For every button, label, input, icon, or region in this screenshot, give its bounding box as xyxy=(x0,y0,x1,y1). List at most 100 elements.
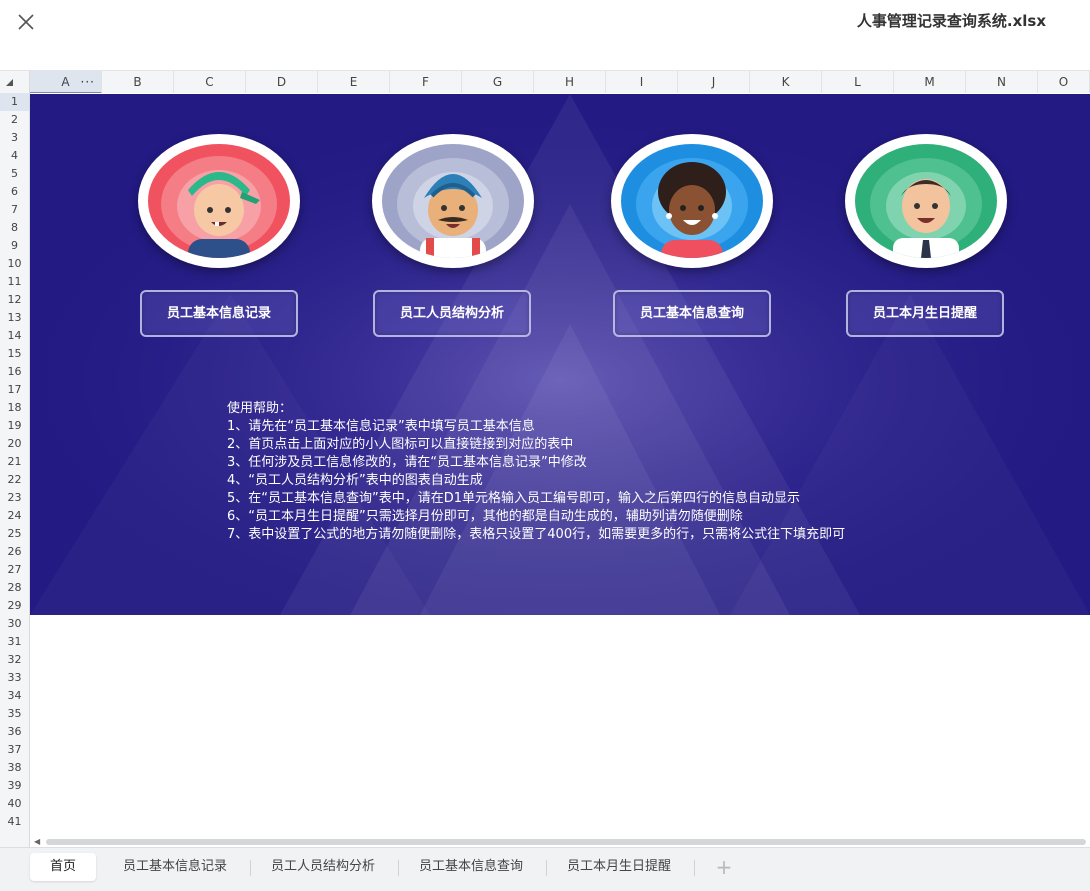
column-header-g[interactable]: G xyxy=(462,71,534,94)
tab-info-query[interactable]: 员工基本信息查询 xyxy=(404,853,538,881)
title-bar: 人事管理记录查询系统.xlsx xyxy=(0,0,1090,70)
birthday-reminder-button[interactable]: 员工本月生日提醒 xyxy=(846,290,1004,337)
help-line: 5、在“员工基本信息查询”表中，请在D1单元格输入员工编号即可，输入之后第四行的… xyxy=(227,491,801,506)
row-header: 1 2 3 4 5 6 7 8 9 10 11 12 13 14 15 16 17 18 19 20 21 22 23 24 2… xyxy=(0,93,30,847)
row-header-cell[interactable]: 22 xyxy=(0,471,29,489)
row-header-cell[interactable]: 4 xyxy=(0,147,29,165)
row-header-cell[interactable]: 31 xyxy=(0,633,29,651)
row-header-cell[interactable]: 7 xyxy=(0,201,29,219)
file-title: 人事管理记录查询系统.xlsx xyxy=(856,12,1046,30)
help-line: 4、“员工人员结构分析”表中的图表自动生成 xyxy=(227,473,483,488)
tab-divider xyxy=(546,860,547,876)
man-with-turban-avatar-icon xyxy=(382,144,524,258)
column-header-n[interactable]: N xyxy=(966,71,1038,94)
avatar-structure-analysis[interactable] xyxy=(372,134,534,268)
row-header-cell[interactable]: 33 xyxy=(0,669,29,687)
tab-birthday-reminder[interactable]: 员工本月生日提醒 xyxy=(552,853,686,881)
row-header-cell[interactable]: 25 xyxy=(0,525,29,543)
select-all-corner[interactable] xyxy=(0,71,30,94)
row-header-cell[interactable]: 24 xyxy=(0,507,29,525)
scroll-left-icon[interactable]: ◀ xyxy=(34,837,40,847)
tab-structure-analysis[interactable]: 员工人员结构分析 xyxy=(256,853,390,881)
woman-avatar-icon xyxy=(621,144,763,258)
row-header-cell[interactable]: 38 xyxy=(0,759,29,777)
row-header-cell[interactable]: 21 xyxy=(0,453,29,471)
column-header-k[interactable]: K xyxy=(750,71,822,94)
row-header-cell[interactable]: 16 xyxy=(0,363,29,381)
row-header-cell[interactable]: 20 xyxy=(0,435,29,453)
column-header-d[interactable]: D xyxy=(246,71,318,94)
row-header-cell[interactable]: 30 xyxy=(0,615,29,633)
column-header-f[interactable]: F xyxy=(390,71,462,94)
column-header-e[interactable]: E xyxy=(318,71,390,94)
row-header-cell[interactable]: 34 xyxy=(0,687,29,705)
row-header-cell[interactable]: 14 xyxy=(0,327,29,345)
employee-record-button[interactable]: 员工基本信息记录 xyxy=(140,290,298,337)
row-header-cell[interactable]: 13 xyxy=(0,309,29,327)
structure-analysis-button[interactable]: 员工人员结构分析 xyxy=(373,290,531,337)
row-header-cell[interactable]: 39 xyxy=(0,777,29,795)
row-header-cell[interactable]: 40 xyxy=(0,795,29,813)
scroll-thumb[interactable] xyxy=(46,839,1086,845)
row-header-cell[interactable]: 12 xyxy=(0,291,29,309)
sheet-tab-bar: 首页 员工基本信息记录 员工人员结构分析 员工基本信息查询 员工本月生日提醒 + xyxy=(0,847,1090,891)
row-header-cell[interactable]: 27 xyxy=(0,561,29,579)
help-line: 3、任何涉及员工信息修改的，请在“员工基本信息记录”中修改 xyxy=(227,455,587,470)
row-header-cell[interactable]: 1 xyxy=(0,93,29,111)
man-with-tie-avatar-icon xyxy=(855,144,997,258)
column-header-j[interactable]: J xyxy=(678,71,750,94)
column-header-b[interactable]: B xyxy=(102,71,174,94)
row-header-cell[interactable]: 37 xyxy=(0,741,29,759)
row-header-cell[interactable]: 10 xyxy=(0,255,29,273)
column-header-o[interactable]: O xyxy=(1038,71,1090,94)
row-header-cell[interactable]: 26 xyxy=(0,543,29,561)
column-header-a[interactable]: A ··· xyxy=(30,71,102,94)
tab-divider xyxy=(250,860,251,876)
row-header-cell[interactable]: 3 xyxy=(0,129,29,147)
row-header-cell[interactable]: 18 xyxy=(0,399,29,417)
tab-divider xyxy=(398,860,399,876)
row-header-cell[interactable]: 36 xyxy=(0,723,29,741)
row-header-cell[interactable]: 32 xyxy=(0,651,29,669)
column-label: A xyxy=(61,75,70,89)
help-line: 6、“员工本月生日提醒”只需选择月份即可，其他的都是自动生成的，辅助列请勿随便删… xyxy=(227,509,743,524)
row-header-cell[interactable]: 15 xyxy=(0,345,29,363)
row-header-cell[interactable]: 35 xyxy=(0,705,29,723)
plus-icon[interactable]: + xyxy=(710,853,738,881)
row-header-cell[interactable]: 5 xyxy=(0,165,29,183)
avatar-birthday-reminder[interactable] xyxy=(845,134,1007,268)
more-icon[interactable]: ··· xyxy=(81,71,95,94)
usage-help: 使用帮助： 1、请先在“员工基本信息记录”表中填写员工基本信息 2、首页点击上面… xyxy=(227,400,987,544)
row-header-cell[interactable]: 41 xyxy=(0,813,29,831)
column-header-c[interactable]: C xyxy=(174,71,246,94)
row-header-cell[interactable]: 19 xyxy=(0,417,29,435)
help-title: 使用帮助： xyxy=(227,401,293,416)
row-header-cell[interactable]: 11 xyxy=(0,273,29,291)
column-header: A ··· B C D E F G H I J K L M N O xyxy=(0,70,1090,95)
horizontal-scrollbar[interactable]: ◀ xyxy=(30,837,1090,847)
column-header-h[interactable]: H xyxy=(534,71,606,94)
tab-home[interactable]: 首页 xyxy=(30,853,96,881)
column-header-l[interactable]: L xyxy=(822,71,894,94)
row-header-cell[interactable]: 9 xyxy=(0,237,29,255)
tab-divider xyxy=(694,860,695,876)
boy-with-cap-avatar-icon xyxy=(148,144,290,258)
row-header-cell[interactable]: 8 xyxy=(0,219,29,237)
avatar-employee-record[interactable] xyxy=(138,134,300,268)
close-icon[interactable] xyxy=(14,10,38,34)
row-header-cell[interactable]: 29 xyxy=(0,597,29,615)
help-line: 1、请先在“员工基本信息记录”表中填写员工基本信息 xyxy=(227,419,535,434)
row-header-cell[interactable]: 28 xyxy=(0,579,29,597)
row-header-cell[interactable]: 6 xyxy=(0,183,29,201)
select-all-icon xyxy=(6,79,13,86)
help-line: 2、首页点击上面对应的小人图标可以直接链接到对应的表中 xyxy=(227,437,574,452)
row-header-cell[interactable]: 23 xyxy=(0,489,29,507)
row-header-cell[interactable]: 2 xyxy=(0,111,29,129)
tab-employee-record[interactable]: 员工基本信息记录 xyxy=(108,853,242,881)
info-query-button[interactable]: 员工基本信息查询 xyxy=(613,290,771,337)
column-header-i[interactable]: I xyxy=(606,71,678,94)
row-header-cell[interactable]: 17 xyxy=(0,381,29,399)
help-line: 7、表中设置了公式的地方请勿随便删除，表格只设置了400行，如需要更多的行，只需… xyxy=(227,527,846,542)
avatar-info-query[interactable] xyxy=(611,134,773,268)
column-header-m[interactable]: M xyxy=(894,71,966,94)
